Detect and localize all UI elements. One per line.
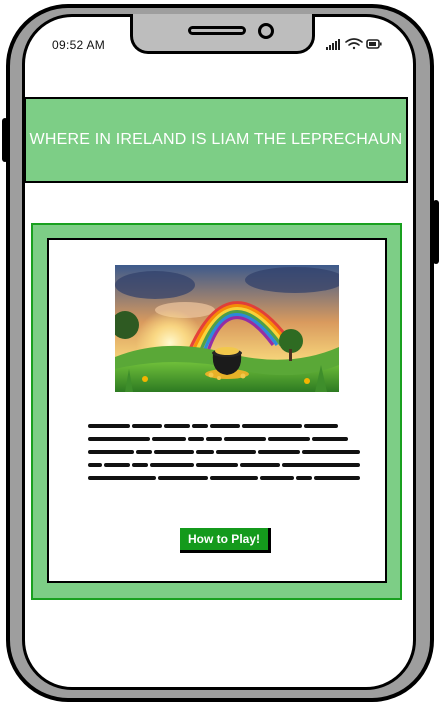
signal-icon — [326, 39, 340, 50]
phone-side-button-left — [2, 118, 8, 162]
status-icons — [326, 38, 382, 50]
page-title: WHERE IN IRELAND IS LIAM THE LEPRECHAUN — [29, 131, 403, 148]
camera-icon — [258, 23, 274, 39]
rainbow-pot-of-gold-image — [115, 265, 339, 392]
how-to-play-button[interactable]: How to Play! — [180, 528, 271, 553]
speaker-icon — [188, 26, 246, 35]
description-text-placeholder — [88, 424, 360, 480]
battery-icon — [366, 39, 382, 49]
title-banner: WHERE IN IRELAND IS LIAM THE LEPRECHAUN — [24, 97, 408, 183]
status-time: 09:52 AM — [52, 38, 106, 52]
wifi-icon — [345, 38, 363, 50]
phone-side-button-right — [433, 200, 439, 264]
